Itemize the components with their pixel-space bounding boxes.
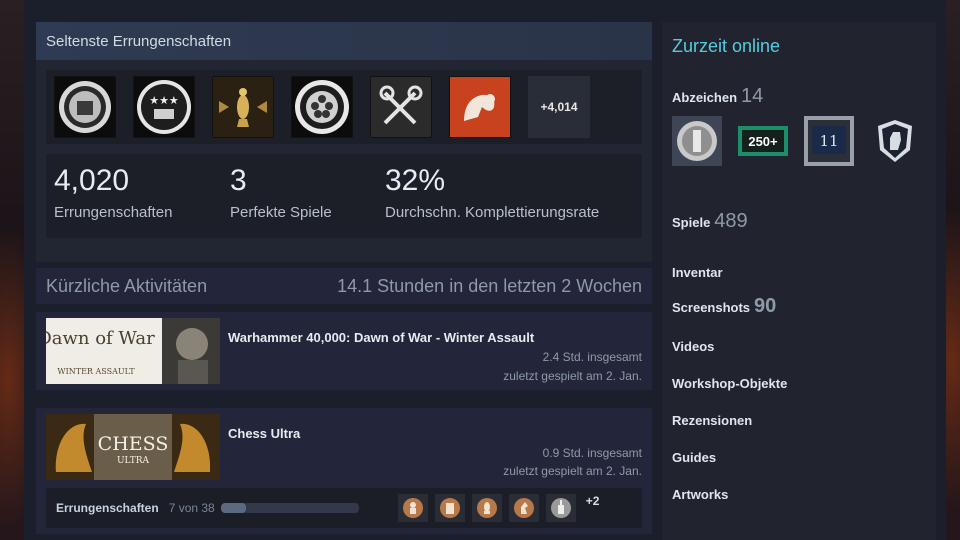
level-badge-icon[interactable]: 11 — [804, 116, 854, 166]
game-info: Warhammer 40,000: Dawn of War - Winter A… — [228, 318, 642, 384]
guides-link[interactable]: Guides — [672, 450, 716, 465]
stat-value: 4,020 — [54, 164, 130, 197]
stars-icon[interactable]: ★★★ — [133, 76, 195, 138]
game-capsule[interactable]: Dawn of War WINTER ASSAULT — [37, 318, 220, 384]
games-link[interactable]: Spiele 489 — [672, 210, 936, 233]
game-hours: 2.4 Std. insgesamt — [542, 350, 642, 364]
game-last-played: zuletzt gespielt am 2. Jan. — [503, 369, 642, 383]
game-last-played: zuletzt gespielt am 2. Jan. — [503, 464, 642, 478]
game-achievement-row[interactable]: Errungenschaften 7 von 38 +2 — [46, 488, 642, 528]
xp-badge-icon[interactable]: 250+ — [738, 116, 788, 166]
rook-icon[interactable] — [434, 494, 465, 522]
stat-value: 32% — [385, 164, 446, 197]
game-top-row: CHESS ULTRA Chess Ultra 0.9 Std. insgesa… — [46, 414, 642, 480]
king-icon[interactable] — [545, 494, 576, 522]
recent-activity-title: Kürzliche Aktivitäten — [46, 275, 208, 296]
capsule-title: Dawn of War — [46, 328, 155, 349]
stat-value: 3 — [230, 164, 247, 197]
game-name[interactable]: Chess Ultra — [228, 426, 642, 441]
trophy-icon[interactable] — [212, 76, 274, 138]
knight-icon[interactable] — [508, 494, 539, 522]
screenshots-count: 90 — [754, 295, 777, 317]
rare-achievements-panel: ★★★ +4,014 4,020 Errungenschaften 3 Perf… — [36, 60, 652, 262]
muscle-icon[interactable] — [449, 76, 511, 138]
online-status: Zurzeit online — [672, 36, 781, 56]
recent-activity-header: Kürzliche Aktivitäten 14.1 Stunden in de… — [36, 268, 652, 304]
game-hours: 0.9 Std. insgesamt — [542, 446, 642, 460]
pillar-badge-icon[interactable] — [672, 116, 722, 166]
achievement-stats: 4,020 Errungenschaften 3 Perfekte Spiele… — [46, 154, 642, 238]
stat-label: Perfekte Spiele — [230, 204, 332, 221]
stat-label: Durchschn. Komplettierungsrate — [385, 204, 600, 221]
rare-achievements-title: Seltenste Errungenschaften — [46, 32, 232, 50]
capsule-subtitle: WINTER ASSAULT — [57, 367, 135, 376]
badges-count: 14 — [741, 85, 764, 107]
games-label: Spiele — [672, 215, 711, 230]
recent-game-item[interactable]: Dawn of War WINTER ASSAULT Warhammer 40,… — [36, 312, 652, 390]
recent-activity-summary: 14.1 Stunden in den letzten 2 Wochen — [337, 275, 642, 296]
fist-shield-icon[interactable] — [870, 116, 920, 166]
workshop-link[interactable]: Workshop-Objekte — [672, 376, 787, 391]
stat-perfect-games[interactable]: 3 Perfekte Spiele — [230, 164, 385, 228]
game-capsule[interactable]: CHESS ULTRA — [46, 414, 220, 480]
videos-link[interactable]: Videos — [672, 339, 714, 354]
screenshots-link[interactable]: Screenshots 90 — [672, 295, 776, 318]
sidebar: Zurzeit online Abzeichen 14 250+ 11 Spie… — [662, 22, 936, 540]
artworks-link[interactable]: Artworks — [672, 487, 728, 502]
achievement-progress-count: 7 von 38 — [168, 501, 215, 515]
achievement-strip: ★★★ +4,014 — [46, 70, 642, 144]
badge-showcase: 250+ 11 — [672, 116, 936, 166]
level-badge-text: 11 — [819, 132, 838, 150]
achievement-progress-fill — [220, 503, 247, 513]
svg-text:★★★: ★★★ — [149, 94, 179, 107]
keys-icon[interactable] — [370, 76, 432, 138]
game-info: Chess Ultra 0.9 Std. insgesamt zuletzt g… — [228, 414, 642, 480]
mini-achievement-list: +2 — [391, 494, 600, 522]
games-count: 489 — [714, 210, 748, 232]
reviews-link[interactable]: Rezensionen — [672, 413, 752, 428]
game-name[interactable]: Warhammer 40,000: Dawn of War - Winter A… — [228, 330, 642, 345]
badges-link[interactable]: Abzeichen 14 — [672, 85, 936, 108]
main-column: Seltenste Errungenschaften ★★★ +4,014 4,… — [36, 22, 652, 534]
film-reel-icon[interactable] — [291, 76, 353, 138]
capsule-title: CHESS — [98, 433, 169, 455]
stat-achievements[interactable]: 4,020 Errungenschaften — [54, 164, 230, 228]
xp-badge-text: 250+ — [748, 134, 778, 149]
seal-icon[interactable] — [54, 76, 116, 138]
pawn-icon[interactable] — [397, 494, 428, 522]
capsule-subtitle: ULTRA — [117, 456, 150, 466]
achievement-progress-label: Errungenschaften — [56, 501, 159, 515]
inventory-link[interactable]: Inventar — [672, 265, 723, 280]
more-achievements-button[interactable]: +4,014 — [528, 76, 590, 138]
stat-label: Errungenschaften — [54, 204, 173, 221]
stat-completion-rate[interactable]: 32% Durchschn. Komplettierungsrate — [385, 164, 599, 228]
screenshots-label: Screenshots — [672, 300, 751, 315]
achievement-progress-bar — [220, 503, 359, 513]
bishop-icon[interactable] — [471, 494, 502, 522]
more-mini-achievements[interactable]: +2 — [586, 494, 600, 522]
badges-label: Abzeichen — [672, 90, 738, 105]
rare-achievements-header[interactable]: Seltenste Errungenschaften — [36, 22, 652, 60]
recent-game-item[interactable]: CHESS ULTRA Chess Ultra 0.9 Std. insgesa… — [36, 408, 652, 534]
